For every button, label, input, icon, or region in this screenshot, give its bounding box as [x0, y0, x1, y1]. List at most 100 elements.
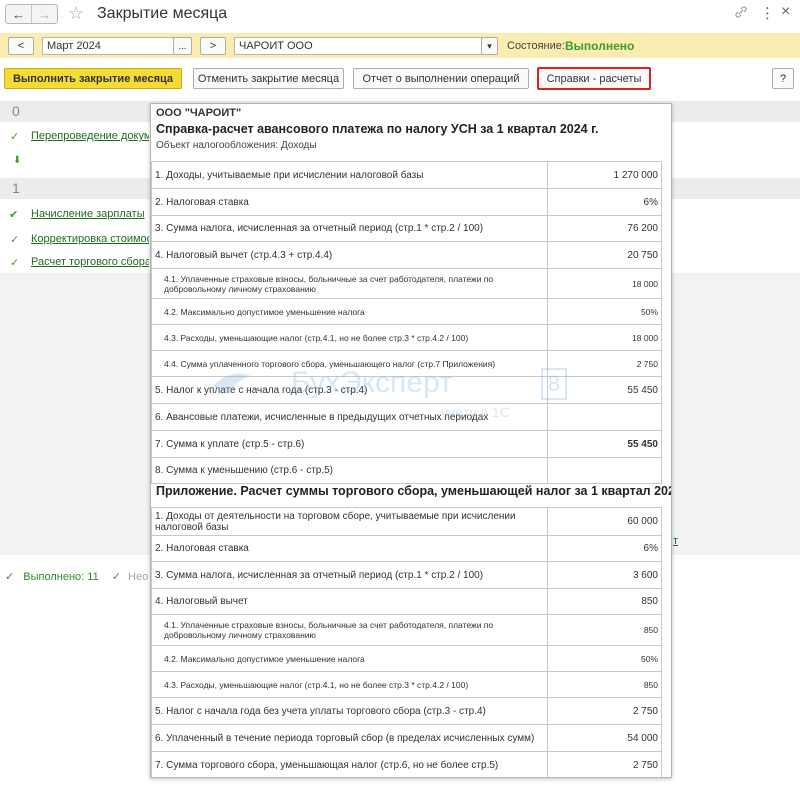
row-label: 4.4. Сумма уплаченного торгового сбора, …	[151, 350, 548, 377]
forward-button[interactable]: →	[31, 5, 57, 23]
report-row: 4.3. Расходы, уменьшающие налог (стр.4.1…	[151, 324, 662, 351]
row-label: 2. Налоговая ставка	[151, 188, 548, 216]
report-row: 5. Налог к уплате с начала года (стр.3 -…	[151, 376, 662, 404]
done-count[interactable]: Выполнено: 11	[23, 571, 98, 583]
summary-bar: ✓ Выполнено: 11 ✓ Нео	[5, 570, 148, 583]
window-title: Закрытие месяца	[97, 5, 228, 22]
report-row: 4.3. Расходы, уменьшающие налог (стр.4.1…	[151, 671, 662, 698]
row-value: 50%	[547, 298, 662, 325]
report-row: 7. Сумма торгового сбора, уменьшающая на…	[151, 751, 662, 777]
row-label: 3. Сумма налога, исчисленная за отчетный…	[151, 215, 548, 242]
row-label: 2. Налоговая ставка	[151, 535, 548, 562]
report-row: 8. Сумма к уменьшению (стр.6 - стр.5)	[151, 457, 662, 484]
item-fragment-link[interactable]: т	[673, 535, 683, 547]
row-label: 1. Доходы от деятельности на торговом сб…	[151, 507, 548, 536]
row-label: 6. Уплаченный в течение периода торговый…	[151, 724, 548, 752]
report-row: 4.2. Максимально допустимое уменьшение н…	[151, 645, 662, 672]
row-value: 2 750	[547, 350, 662, 377]
report-row: 2. Налоговая ставка 6%	[151, 188, 662, 216]
row-value	[547, 403, 662, 431]
row-label: 1. Доходы, учитываемые при исчислении на…	[151, 161, 548, 189]
row-value: 850	[547, 671, 662, 698]
item-reposting-documents[interactable]: Перепроведение докуме	[31, 130, 149, 142]
navigation-group: ← →	[5, 4, 58, 24]
row-label: 6. Авансовые платежи, исчисленные в пред…	[151, 403, 548, 431]
chevron-down-icon: ▾	[487, 40, 492, 51]
double-check-icon: ✔	[9, 209, 19, 221]
row-value: 50%	[547, 645, 662, 672]
report-row: 4. Налоговый вычет (стр.4.3 + стр.4.4) 20…	[151, 241, 662, 269]
next-period-button[interactable]: >	[200, 37, 226, 55]
row-value: 18 000	[547, 268, 662, 299]
row-label: 5. Налог с начала года без учета уплаты …	[151, 697, 548, 725]
row-value: 18 000	[547, 324, 662, 351]
close-icon[interactable]: ×	[781, 3, 790, 21]
report-main-table: 1. Доходы, учитываемые при исчислении на…	[151, 161, 662, 484]
item-payroll[interactable]: Начисление зарплаты	[31, 208, 149, 220]
row-value: 2 750	[547, 697, 662, 725]
operations-report-button[interactable]: Отчет о выполнении операций	[353, 68, 529, 89]
row-value	[547, 457, 662, 484]
run-month-close-button[interactable]: Выполнить закрытие месяца	[4, 68, 182, 89]
check-icon: ✓	[111, 571, 121, 583]
chain-link-icon	[735, 6, 747, 18]
period-input[interactable]: Март 2024	[42, 37, 174, 55]
check-icon: ✓	[10, 131, 20, 143]
row-value: 54 000	[547, 724, 662, 752]
row-value: 850	[547, 614, 662, 646]
link-icon[interactable]	[734, 5, 748, 23]
report-row: 4.1. Уплаченные страховые взносы, больни…	[151, 614, 662, 646]
row-value: 2 750	[547, 751, 662, 777]
report-organization: ООО "ЧАРОИТ"	[156, 107, 242, 119]
row-label: 4.2. Максимально допустимое уменьшение н…	[151, 645, 548, 672]
references-calculations-button[interactable]: Справки - расчеты	[537, 67, 651, 90]
favorite-star-icon[interactable]: ☆	[68, 3, 84, 24]
title-bar: ← → ☆ Закрытие месяца ⋮ ×	[0, 0, 800, 30]
row-value: 850	[547, 588, 662, 615]
report-row: 1. Доходы от деятельности на торговом сб…	[151, 507, 662, 536]
period-select-button[interactable]: ...	[173, 37, 192, 55]
item-cost-adjustment[interactable]: Корректировка стоимост	[31, 233, 149, 245]
report-row: 3. Сумма налога, исчисленная за отчетный…	[151, 215, 662, 242]
report-appendix-table: 1. Доходы от деятельности на торговом сб…	[151, 507, 662, 777]
report-row: 2. Налоговая ставка 6%	[151, 535, 662, 562]
group-number: 0	[12, 103, 20, 119]
row-value: 1 270 000	[547, 161, 662, 189]
check-icon: ✓	[5, 571, 15, 583]
report-row: 7. Сумма к уплате (стр.5 - стр.6) 55 450	[151, 430, 662, 458]
organization-dropdown-button[interactable]: ▾	[481, 37, 498, 55]
report-row: 4. Налоговый вычет 850	[151, 588, 662, 615]
row-value: 76 200	[547, 215, 662, 242]
row-label: 4. Налоговый вычет (стр.4.3 + стр.4.4)	[151, 241, 548, 269]
row-label: 8. Сумма к уменьшению (стр.6 - стр.5)	[151, 457, 548, 484]
row-value: 6%	[547, 188, 662, 216]
not-done-count[interactable]: Нео	[128, 571, 148, 583]
row-label: 4.2. Максимально допустимое уменьшение н…	[151, 298, 548, 325]
row-label: 4.1. Уплаченные страховые взносы, больни…	[151, 614, 548, 646]
row-value: 20 750	[547, 241, 662, 269]
report-panel: ООО "ЧАРОИТ" Справка-расчет авансового п…	[150, 103, 672, 778]
more-menu-icon[interactable]: ⋮	[760, 4, 775, 22]
row-label: 7. Сумма торгового сбора, уменьшающая на…	[151, 751, 548, 777]
help-button[interactable]: ?	[772, 68, 794, 89]
report-row: 6. Уплаченный в течение периода торговый…	[151, 724, 662, 752]
row-label: 4.3. Расходы, уменьшающие налог (стр.4.1…	[151, 671, 548, 698]
report-row: 4.2. Максимально допустимое уменьшение н…	[151, 298, 662, 325]
row-label: 3. Сумма налога, исчисленная за отчетный…	[151, 561, 548, 589]
prev-period-button[interactable]: <	[8, 37, 34, 55]
report-row: 4.1. Уплаченные страховые взносы, больни…	[151, 268, 662, 299]
report-row: 5. Налог с начала года без учета уплаты …	[151, 697, 662, 725]
cancel-month-close-button[interactable]: Отменить закрытие месяца	[193, 68, 344, 89]
forward-arrow-icon: →	[38, 6, 51, 22]
row-label: 4.3. Расходы, уменьшающие налог (стр.4.1…	[151, 324, 548, 351]
item-trade-fee-calc[interactable]: Расчет торгового сбора	[31, 256, 149, 268]
group-number: 1	[12, 180, 20, 196]
back-arrow-icon: ←	[12, 6, 25, 22]
check-icon: ✓	[10, 234, 20, 246]
row-label: 4.1. Уплаченные страховые взносы, больни…	[151, 268, 548, 299]
back-button[interactable]: ←	[6, 5, 31, 23]
row-value: 3 600	[547, 561, 662, 589]
report-title: Справка-расчет авансового платежа по нал…	[156, 122, 599, 136]
report-row: 4.4. Сумма уплаченного торгового сбора, …	[151, 350, 662, 377]
organization-input[interactable]: ЧАРОИТ ООО	[234, 37, 482, 55]
